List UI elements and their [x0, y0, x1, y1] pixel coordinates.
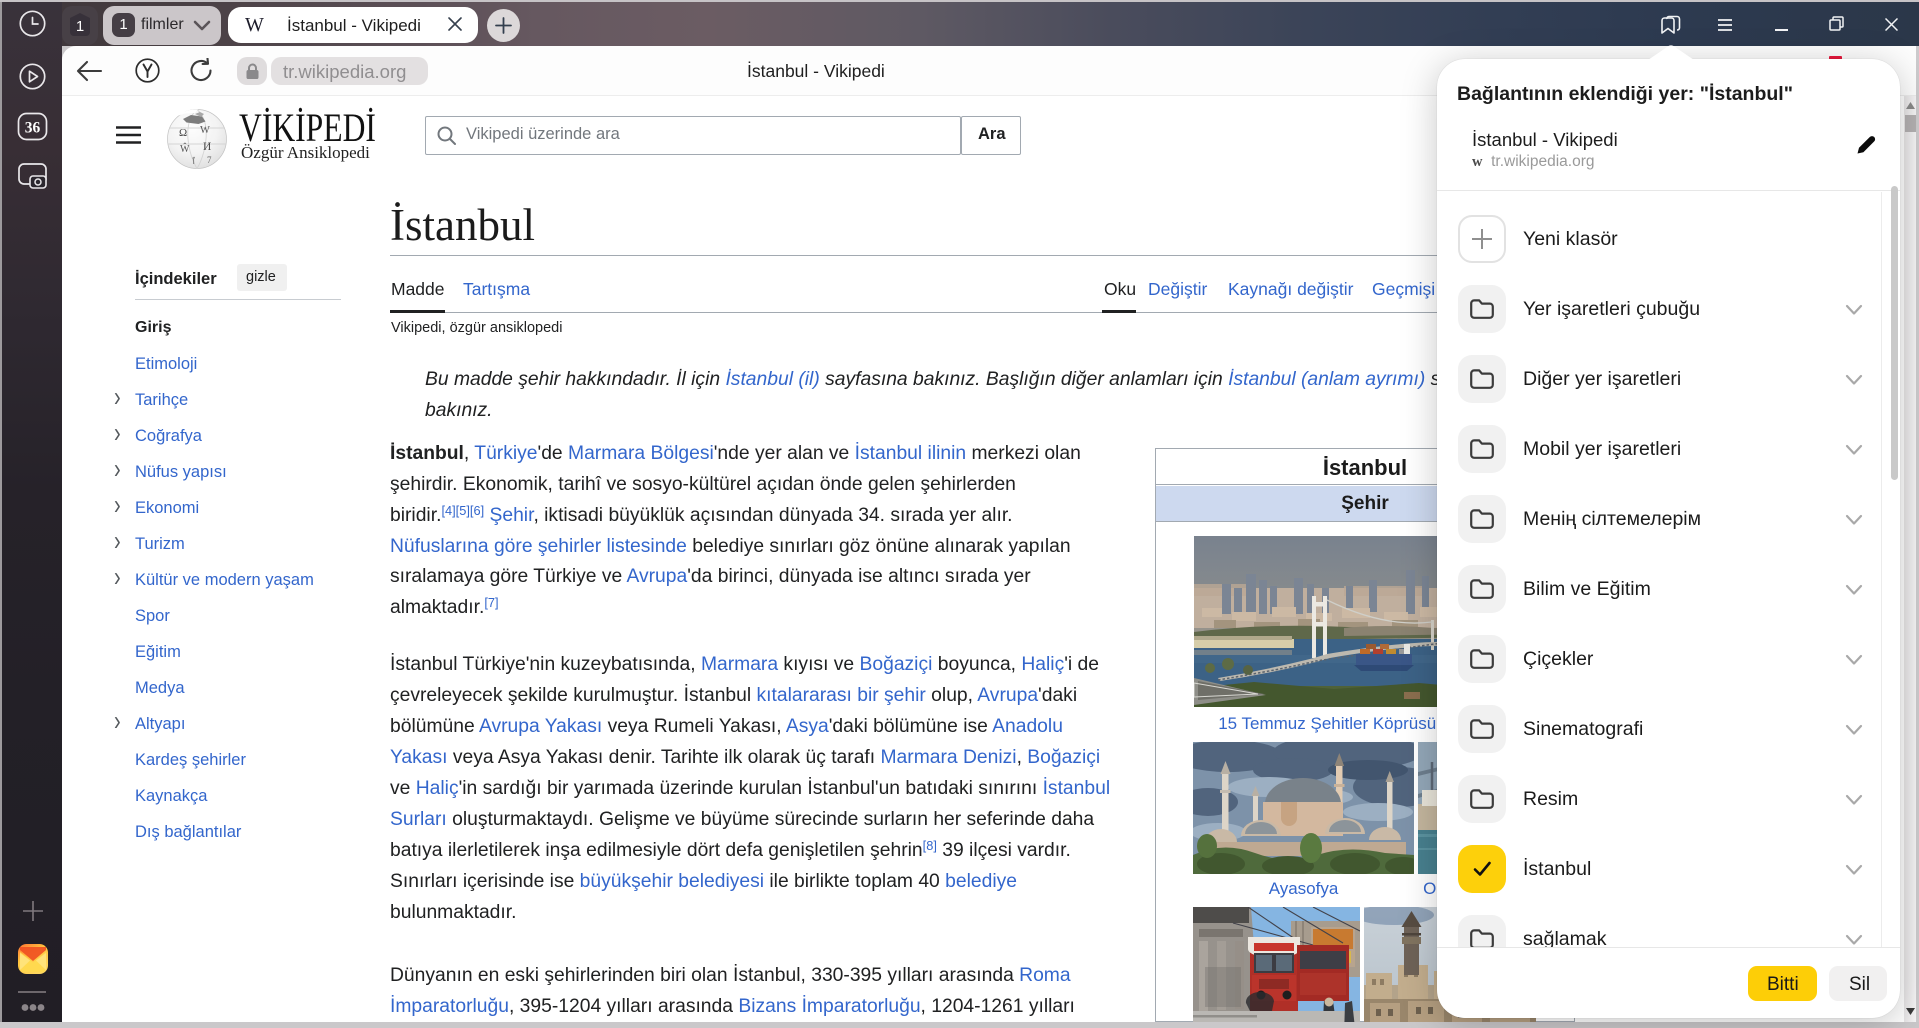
- svg-text:Ω: Ω: [179, 127, 187, 139]
- svg-text:7: 7: [207, 155, 212, 165]
- svg-text:И: И: [203, 141, 211, 153]
- svg-text:W: W: [200, 125, 210, 136]
- svg-text:1: 1: [76, 18, 84, 35]
- svg-text:36: 36: [25, 120, 41, 137]
- svg-text:ٱ: ٱ: [191, 156, 196, 166]
- svg-text:Ŵ: Ŵ: [180, 142, 190, 155]
